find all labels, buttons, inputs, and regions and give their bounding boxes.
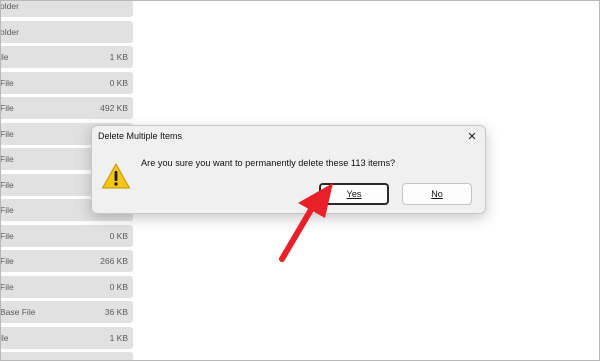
file-row[interactable]: HM File 20 KB [0, 352, 133, 361]
file-size: 20 KB [105, 352, 128, 361]
file-type: File [0, 128, 14, 139]
file-size: 266 KB [100, 256, 128, 266]
file-size: 36 KB [104, 307, 128, 317]
file-size: 1 KB [109, 332, 128, 343]
file-size: 492 KB [100, 103, 128, 113]
file-type: File [0, 154, 14, 164]
file-size: 0 KB [109, 230, 128, 241]
file-row[interactable]: ile 1 KB [0, 326, 133, 349]
file-row[interactable]: File 0 KB [0, 224, 133, 247]
arrow-shaft [279, 205, 315, 262]
file-type: HM File [0, 352, 29, 361]
file-type: ile [0, 332, 9, 343]
file-row[interactable]: File 266 KB [0, 250, 133, 272]
file-type: File [0, 230, 14, 241]
yes-button[interactable]: Yes [319, 183, 389, 205]
file-row[interactable]: Base File 36 KB [0, 301, 133, 323]
no-button[interactable]: No [402, 183, 472, 205]
file-type: older [0, 26, 19, 37]
delete-multiple-items-dialog: Delete Multiple Items ✕ Are you sure you… [91, 125, 486, 214]
file-type: File [0, 281, 14, 292]
file-row[interactable]: File 0 KB [0, 275, 133, 298]
file-type: older [0, 1, 19, 11]
dialog-titlebar: Delete Multiple Items ✕ [92, 126, 485, 149]
file-type: File [0, 77, 14, 88]
warning-icon [101, 162, 131, 190]
file-size: 0 KB [109, 77, 128, 88]
file-row[interactable]: older [0, 0, 133, 17]
file-row[interactable]: older [0, 20, 133, 43]
dialog-title: Delete Multiple Items [98, 131, 183, 141]
file-size: 1 KB [109, 52, 128, 62]
file-type: File [0, 103, 14, 113]
file-type: File [0, 256, 14, 266]
file-row[interactable]: File 0 KB [0, 71, 133, 94]
close-button[interactable]: ✕ [463, 129, 481, 145]
file-type: File [0, 179, 14, 190]
file-size: 0 KB [109, 281, 128, 292]
file-type: File [0, 205, 14, 215]
file-row[interactable]: ile 1 KB [0, 46, 133, 68]
confirmation-message: Are you sure you want to permanently del… [141, 158, 396, 168]
yes-button-label: Yes [346, 189, 362, 199]
file-row[interactable]: File 492 KB [0, 97, 133, 119]
no-button-label: No [431, 189, 443, 199]
file-type: ile [0, 52, 9, 62]
file-type: Base File [0, 307, 36, 317]
